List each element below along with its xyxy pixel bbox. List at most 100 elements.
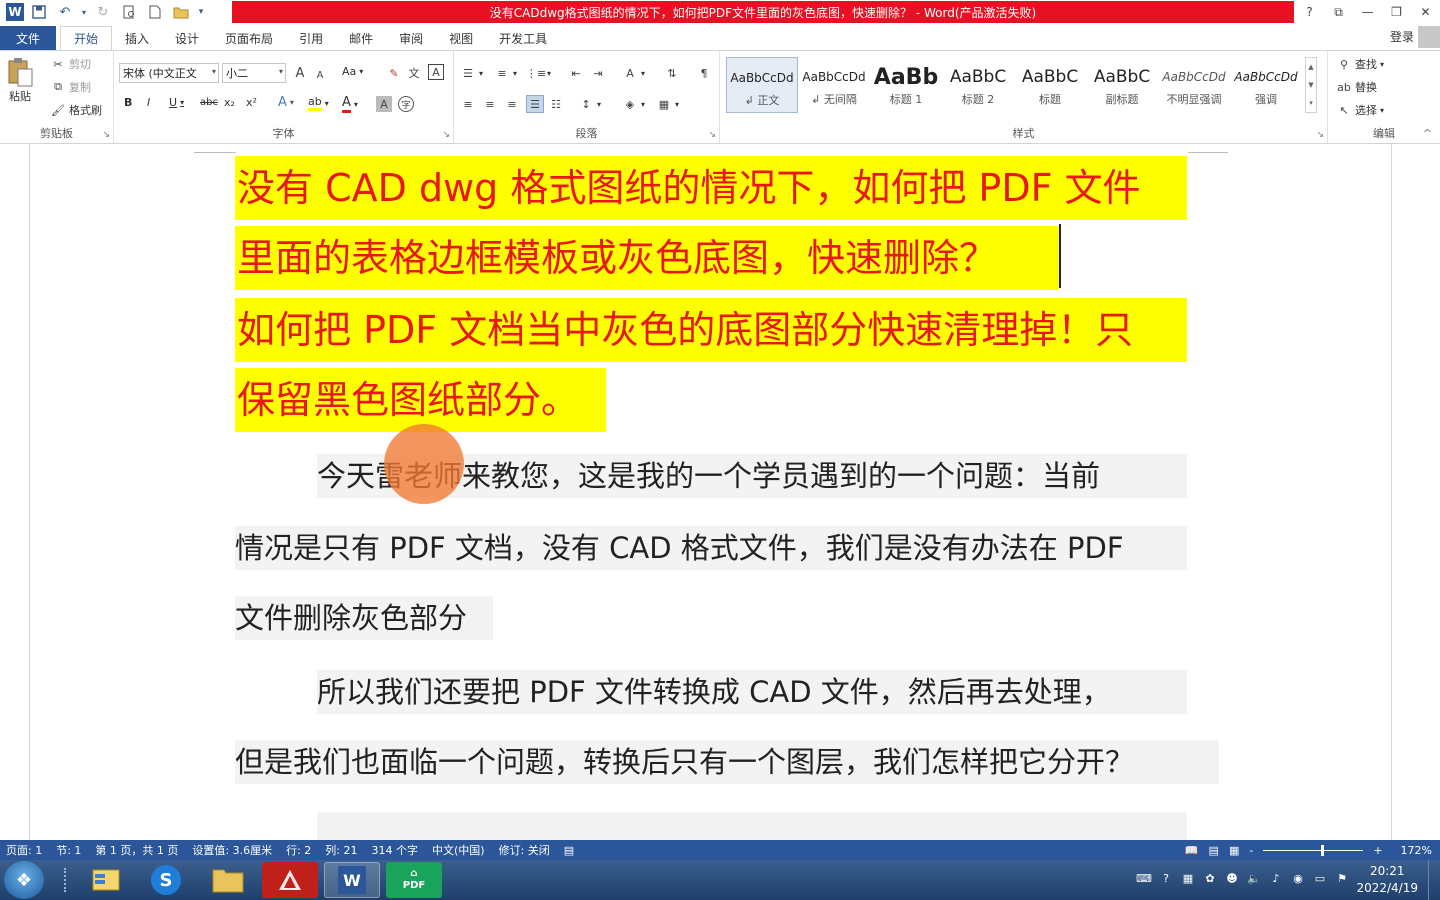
collapse-ribbon-icon[interactable]: ^ (1423, 127, 1432, 140)
styles-launcher-icon[interactable]: ↘ (1316, 130, 1324, 140)
char-border-button[interactable]: A (428, 64, 444, 80)
decrease-indent-button[interactable]: ⇤ (568, 65, 584, 81)
shading-button[interactable]: ◈ ▾ (622, 96, 645, 112)
help-icon[interactable]: ? (1295, 0, 1324, 24)
justify-button[interactable]: ☰ (526, 95, 544, 113)
text-effects-button[interactable]: A ▾ (278, 95, 294, 110)
clock[interactable]: 20:21 2022/4/19 (1356, 863, 1418, 897)
status-page-count[interactable]: 第 1 页，共 1 页 (95, 842, 178, 858)
action-center-icon[interactable]: ⚑ (1334, 870, 1350, 886)
font-name-combo[interactable]: 宋体 (中文正文 ▾ (119, 63, 219, 83)
minimize-button[interactable]: — (1353, 0, 1382, 24)
taskbar-word[interactable]: W (324, 862, 380, 898)
copy-button[interactable]: ⧉ 复制 (50, 79, 91, 95)
tab-page-layout[interactable]: 页面布局 (212, 26, 286, 50)
clipboard-launcher-icon[interactable]: ↘ (102, 130, 110, 140)
paste-button[interactable]: 粘贴 (6, 57, 34, 104)
status-column[interactable]: 列: 21 (325, 842, 357, 858)
phonetic-guide-button[interactable]: 文 (406, 65, 422, 81)
italic-button[interactable]: I (147, 96, 150, 109)
open-folder-icon[interactable] (170, 2, 192, 22)
taskbar-file-explorer[interactable] (78, 862, 134, 898)
zoom-slider-thumb[interactable] (1321, 844, 1325, 856)
style-no-spacing[interactable]: AaBbCcDd ↲ 无间隔 (798, 57, 870, 113)
status-line[interactable]: 行: 2 (286, 842, 311, 858)
tab-insert[interactable]: 插入 (112, 26, 162, 50)
ribbon-display-options-icon[interactable]: ⧉ (1324, 0, 1353, 24)
bullets-button[interactable]: ☰ ▾ (460, 65, 483, 81)
asian-layout-button[interactable]: A ▾ (622, 65, 645, 81)
taskbar-autocad[interactable] (262, 862, 318, 898)
highlight-button[interactable]: ab ▾ (308, 95, 329, 111)
status-track-changes[interactable]: 修订: 关闭 (499, 842, 550, 858)
body-text-line[interactable]: 文件删除灰色部分 (235, 596, 493, 640)
status-language[interactable]: 中文(中国) (432, 842, 485, 858)
sort-button[interactable]: ⇅ (664, 65, 680, 81)
clear-formatting-button[interactable]: ✎ (386, 65, 402, 81)
tab-file[interactable]: 文件 (0, 26, 56, 50)
body-text-line[interactable]: 情况是只有 PDF 文档，没有 CAD 格式文件，我们是没有办法在 PDF (235, 526, 1187, 570)
status-word-count[interactable]: 314 个字 (372, 842, 419, 858)
superscript-button[interactable]: x² (246, 96, 257, 109)
heading-line[interactable]: 没有 CAD dwg 格式图纸的情况下，如何把 PDF 文件 (235, 156, 1187, 220)
document-area[interactable]: 没有 CAD dwg 格式图纸的情况下，如何把 PDF 文件 里面的表格边框模板… (0, 144, 1440, 840)
web-layout-icon[interactable]: ▦ (1229, 844, 1239, 857)
heading-line[interactable]: 如何把 PDF 文档当中灰色的底图部分快速清理掉！只 (235, 298, 1187, 362)
char-shading-button[interactable]: A (376, 96, 392, 112)
volume-icon[interactable]: ♪ (1268, 870, 1284, 886)
align-center-button[interactable]: ≡ (482, 96, 498, 112)
style-subtle-emphasis[interactable]: AaBbCcDd 不明显强调 (1158, 57, 1230, 113)
scroll-up-icon[interactable]: ▲ (1308, 63, 1313, 71)
taskbar-sogou[interactable]: S (138, 862, 194, 898)
help-tray-icon[interactable]: ? (1158, 870, 1174, 886)
status-position[interactable]: 设置值: 3.6厘米 (192, 842, 272, 858)
save-icon[interactable] (28, 2, 50, 22)
style-title[interactable]: AaBbC 标题 (1014, 57, 1086, 113)
network-icon[interactable]: ▦ (1180, 870, 1196, 886)
speaker-muted-icon[interactable]: 🔈 (1246, 870, 1262, 886)
format-painter-button[interactable]: 🖌 格式刷 (50, 102, 102, 118)
tab-review[interactable]: 审阅 (386, 26, 436, 50)
style-heading-2[interactable]: AaBbC 标题 2 (942, 57, 1014, 113)
print-preview-icon[interactable] (118, 2, 140, 22)
new-document-icon[interactable] (144, 2, 166, 22)
undo-dropdown-icon[interactable]: ▾ (80, 2, 88, 22)
zoom-slider[interactable] (1263, 844, 1364, 856)
shrink-font-button[interactable]: A (312, 67, 328, 83)
body-text-line[interactable]: 所以我们还要把 PDF 文件转换成 CAD 文件，然后再去处理， (317, 670, 1187, 714)
show-desktop-button[interactable] (1428, 860, 1440, 900)
subscript-button[interactable]: x₂ (224, 96, 235, 109)
close-button[interactable]: ✕ (1411, 0, 1440, 24)
font-size-combo[interactable]: 小二 ▾ (222, 63, 286, 83)
distributed-button[interactable]: ☷ (548, 96, 564, 112)
status-section[interactable]: 节: 1 (56, 842, 81, 858)
find-button[interactable]: ⚲ 查找 ▾ (1336, 56, 1384, 72)
qq-icon[interactable]: ☻ (1224, 870, 1240, 886)
tab-design[interactable]: 设计 (162, 26, 212, 50)
login-link[interactable]: 登录 (1390, 28, 1414, 45)
taskbar-folder[interactable] (200, 862, 256, 898)
paragraph-launcher-icon[interactable]: ↘ (708, 130, 716, 140)
numbering-button[interactable]: ≡ ▾ (494, 65, 517, 81)
tab-mailings[interactable]: 邮件 (336, 26, 386, 50)
tab-view[interactable]: 视图 (436, 26, 486, 50)
tab-references[interactable]: 引用 (286, 26, 336, 50)
start-button[interactable]: ❖ (4, 861, 44, 899)
multilevel-list-button[interactable]: ⋮≡ ▾ (526, 65, 551, 81)
display-icon[interactable]: ▭ (1312, 870, 1328, 886)
heading-line[interactable]: 里面的表格边框模板或灰色底图，快速删除？ (235, 226, 1059, 290)
scroll-down-icon[interactable]: ▼ (1308, 81, 1313, 89)
style-emphasis[interactable]: AaBbCcDd 强调 (1230, 57, 1302, 113)
select-button[interactable]: ↖ 选择 ▾ (1336, 102, 1384, 118)
taskbar-pdf[interactable]: ⌂ PDF (386, 862, 442, 898)
tab-developer[interactable]: 开发工具 (486, 26, 560, 50)
enclose-chars-button[interactable]: 字 (398, 96, 414, 112)
font-color-button[interactable]: A ▾ (342, 95, 358, 113)
restore-button[interactable]: ❐ (1382, 0, 1411, 24)
line-spacing-button[interactable]: ↕ ▾ (578, 96, 601, 112)
undo-icon[interactable]: ↶ (54, 2, 76, 22)
redo-icon[interactable]: ↻ (92, 2, 114, 22)
style-subtitle[interactable]: AaBbC 副标题 (1086, 57, 1158, 113)
zoom-level[interactable]: 172% (1401, 844, 1432, 857)
style-normal[interactable]: AaBbCcDd ↲ 正文 (726, 57, 798, 113)
